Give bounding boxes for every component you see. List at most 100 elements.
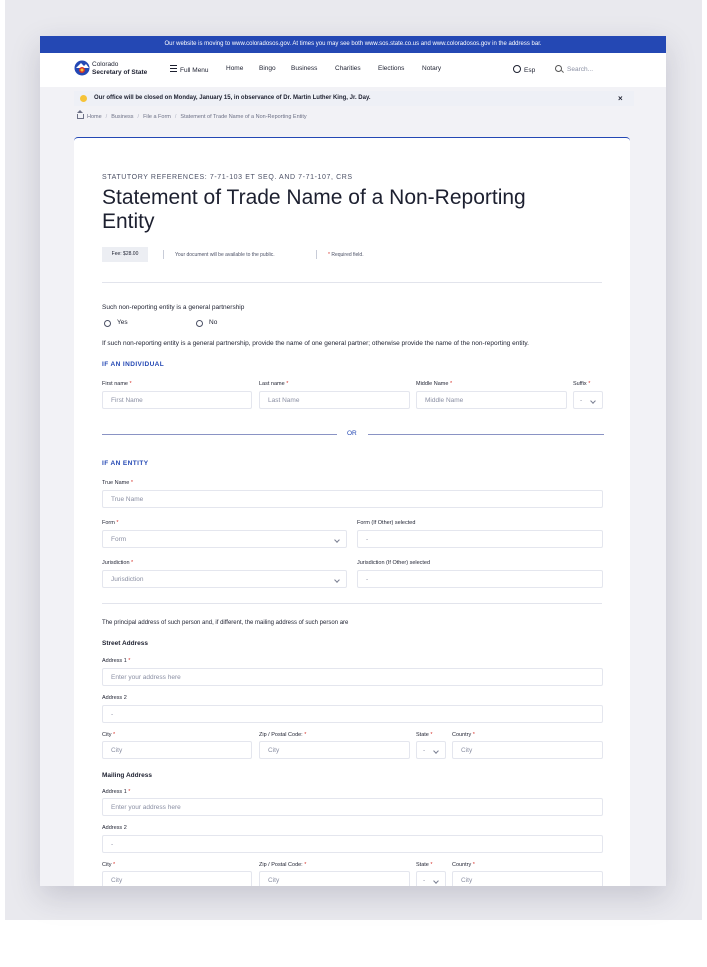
chevron-down-icon bbox=[334, 577, 340, 583]
hamburger-icon bbox=[170, 65, 177, 72]
street-country-label: Country * bbox=[452, 732, 475, 738]
chevron-down-icon bbox=[433, 748, 439, 754]
nav-link-elections[interactable]: Elections bbox=[378, 65, 404, 72]
nav-link-charities[interactable]: Charities bbox=[335, 65, 361, 72]
nav-link-home[interactable]: Home bbox=[226, 65, 243, 72]
true-name-label: True Name * bbox=[102, 480, 133, 486]
close-icon[interactable]: × bbox=[618, 91, 623, 106]
street-address2-label: Address 2 bbox=[102, 695, 127, 701]
mailing-country-label: Country * bbox=[452, 862, 475, 868]
mailing-address2-input[interactable]: - bbox=[102, 835, 603, 853]
mailing-city-input[interactable]: City bbox=[102, 871, 252, 886]
last-name-input[interactable]: Last Name bbox=[259, 391, 410, 409]
form-select[interactable]: Form bbox=[102, 530, 347, 548]
chevron-down-icon bbox=[334, 537, 340, 543]
nav-link-bingo[interactable]: Bingo bbox=[259, 65, 276, 72]
mailing-state-value: - bbox=[423, 877, 426, 884]
breadcrumb-business[interactable]: Business bbox=[111, 114, 133, 120]
or-divider-line bbox=[102, 434, 337, 435]
street-country-input[interactable]: City bbox=[452, 741, 603, 759]
language-toggle[interactable]: Esp bbox=[513, 65, 535, 74]
alert-dot-icon bbox=[80, 95, 87, 102]
required-note: * Required field. bbox=[328, 252, 364, 258]
instruction-text: If such non-reporting entity is a genera… bbox=[102, 340, 529, 347]
breadcrumb-current: Statement of Trade Name of a Non-Reporti… bbox=[180, 114, 307, 120]
street-state-value: - bbox=[423, 747, 426, 754]
chevron-down-icon bbox=[590, 398, 596, 404]
middle-name-label: Middle Name * bbox=[416, 381, 453, 387]
street-city-input[interactable]: City bbox=[102, 741, 252, 759]
address-intro: The principal address of such person and… bbox=[102, 620, 349, 626]
brand-name[interactable]: Colorado Secretary of State bbox=[92, 61, 147, 76]
divider bbox=[316, 250, 317, 259]
full-menu-label: Full Menu bbox=[180, 67, 209, 74]
breadcrumb-home[interactable]: Home bbox=[87, 114, 102, 120]
street-address2-input[interactable]: - bbox=[102, 705, 603, 723]
radio-no[interactable] bbox=[196, 320, 203, 327]
chevron-down-icon bbox=[433, 878, 439, 884]
nav-link-business[interactable]: Business bbox=[291, 65, 317, 72]
language-label: Esp bbox=[524, 67, 536, 74]
section-individual: IF AN INDIVIDUAL bbox=[102, 361, 165, 368]
nav-link-notary[interactable]: Notary bbox=[422, 65, 441, 72]
jurisdiction-select-value: Jurisdiction bbox=[111, 576, 144, 583]
street-city-label: City * bbox=[102, 732, 116, 738]
fee-badge: Fee: $28.00 bbox=[102, 247, 148, 262]
form-other-label: Form (If Other) selected bbox=[357, 520, 416, 526]
form-select-value: Form bbox=[111, 536, 127, 543]
mailing-address2-label: Address 2 bbox=[102, 825, 127, 831]
street-address-heading: Street Address bbox=[102, 640, 148, 647]
middle-name-input[interactable]: Middle Name bbox=[416, 391, 567, 409]
jurisdiction-label: Jurisdiction * bbox=[102, 560, 134, 566]
street-address1-input[interactable]: Enter your address here bbox=[102, 668, 603, 686]
suffix-value: - bbox=[580, 397, 583, 404]
partnership-question: Such non-reporting entity is a general p… bbox=[102, 304, 245, 311]
colorado-logo-icon[interactable] bbox=[74, 60, 90, 76]
brand-line2: Secretary of State bbox=[92, 68, 148, 76]
closure-alert: Our office will be closed on Monday, Jan… bbox=[74, 91, 634, 106]
browser-page: Our website is moving to www.coloradosos… bbox=[40, 36, 666, 886]
jurisdiction-other-label: Jurisdiction (If Other) selected bbox=[357, 560, 431, 566]
radio-yes[interactable] bbox=[104, 320, 111, 327]
search-icon bbox=[555, 65, 562, 72]
search-placeholder: Search... bbox=[567, 66, 594, 73]
page-title: Statement of Trade Name of a Non-Reporti… bbox=[102, 186, 526, 233]
street-state-label: State * bbox=[416, 732, 433, 738]
form-card: STATUTORY REFERENCES: 7-71-103 ET SEQ. A… bbox=[74, 137, 630, 886]
mailing-address-heading: Mailing Address bbox=[102, 772, 152, 779]
section-entity: IF AN ENTITY bbox=[102, 460, 149, 467]
divider bbox=[102, 282, 602, 283]
mailing-city-label: City * bbox=[102, 862, 116, 868]
radio-yes-label: Yes bbox=[117, 319, 128, 326]
public-note: Your document will be available to the p… bbox=[175, 252, 275, 258]
breadcrumb: Home / Business / File a Form / Statement of T… bbox=[77, 110, 307, 120]
radio-no-label: No bbox=[209, 319, 218, 326]
full-menu-button[interactable]: Full Menu bbox=[170, 65, 209, 74]
form-other-input[interactable]: - bbox=[357, 530, 603, 548]
migration-banner: Our website is moving to www.coloradosos… bbox=[40, 36, 666, 53]
globe-icon bbox=[513, 65, 521, 73]
search-box[interactable]: Search... bbox=[555, 65, 593, 73]
first-name-input[interactable]: First Name bbox=[102, 391, 252, 409]
mailing-address1-input[interactable]: Enter your address here bbox=[102, 798, 603, 816]
jurisdiction-select[interactable]: Jurisdiction bbox=[102, 570, 347, 588]
last-name-label: Last name * bbox=[259, 381, 289, 387]
or-divider-line bbox=[368, 434, 604, 435]
divider bbox=[102, 603, 602, 604]
mailing-state-label: State * bbox=[416, 862, 433, 868]
mailing-zip-input[interactable]: City bbox=[259, 871, 410, 886]
street-state-select[interactable]: - bbox=[416, 741, 446, 759]
breadcrumb-file-a-form[interactable]: File a Form bbox=[143, 114, 171, 120]
suffix-select[interactable]: - bbox=[573, 391, 603, 409]
mailing-country-input[interactable]: City bbox=[452, 871, 603, 886]
street-zip-label: Zip / Postal Code: * bbox=[259, 732, 307, 738]
true-name-input[interactable]: True Name bbox=[102, 490, 603, 508]
statutory-references: STATUTORY REFERENCES: 7-71-103 ET SEQ. A… bbox=[102, 174, 353, 181]
home-icon bbox=[77, 110, 84, 119]
mailing-state-select[interactable]: - bbox=[416, 871, 446, 886]
form-label: Form * bbox=[102, 520, 119, 526]
street-zip-input[interactable]: City bbox=[259, 741, 410, 759]
jurisdiction-other-input[interactable]: - bbox=[357, 570, 603, 588]
suffix-label: Suffix * bbox=[573, 381, 591, 387]
alert-message: Our office will be closed on Monday, Jan… bbox=[94, 95, 371, 101]
